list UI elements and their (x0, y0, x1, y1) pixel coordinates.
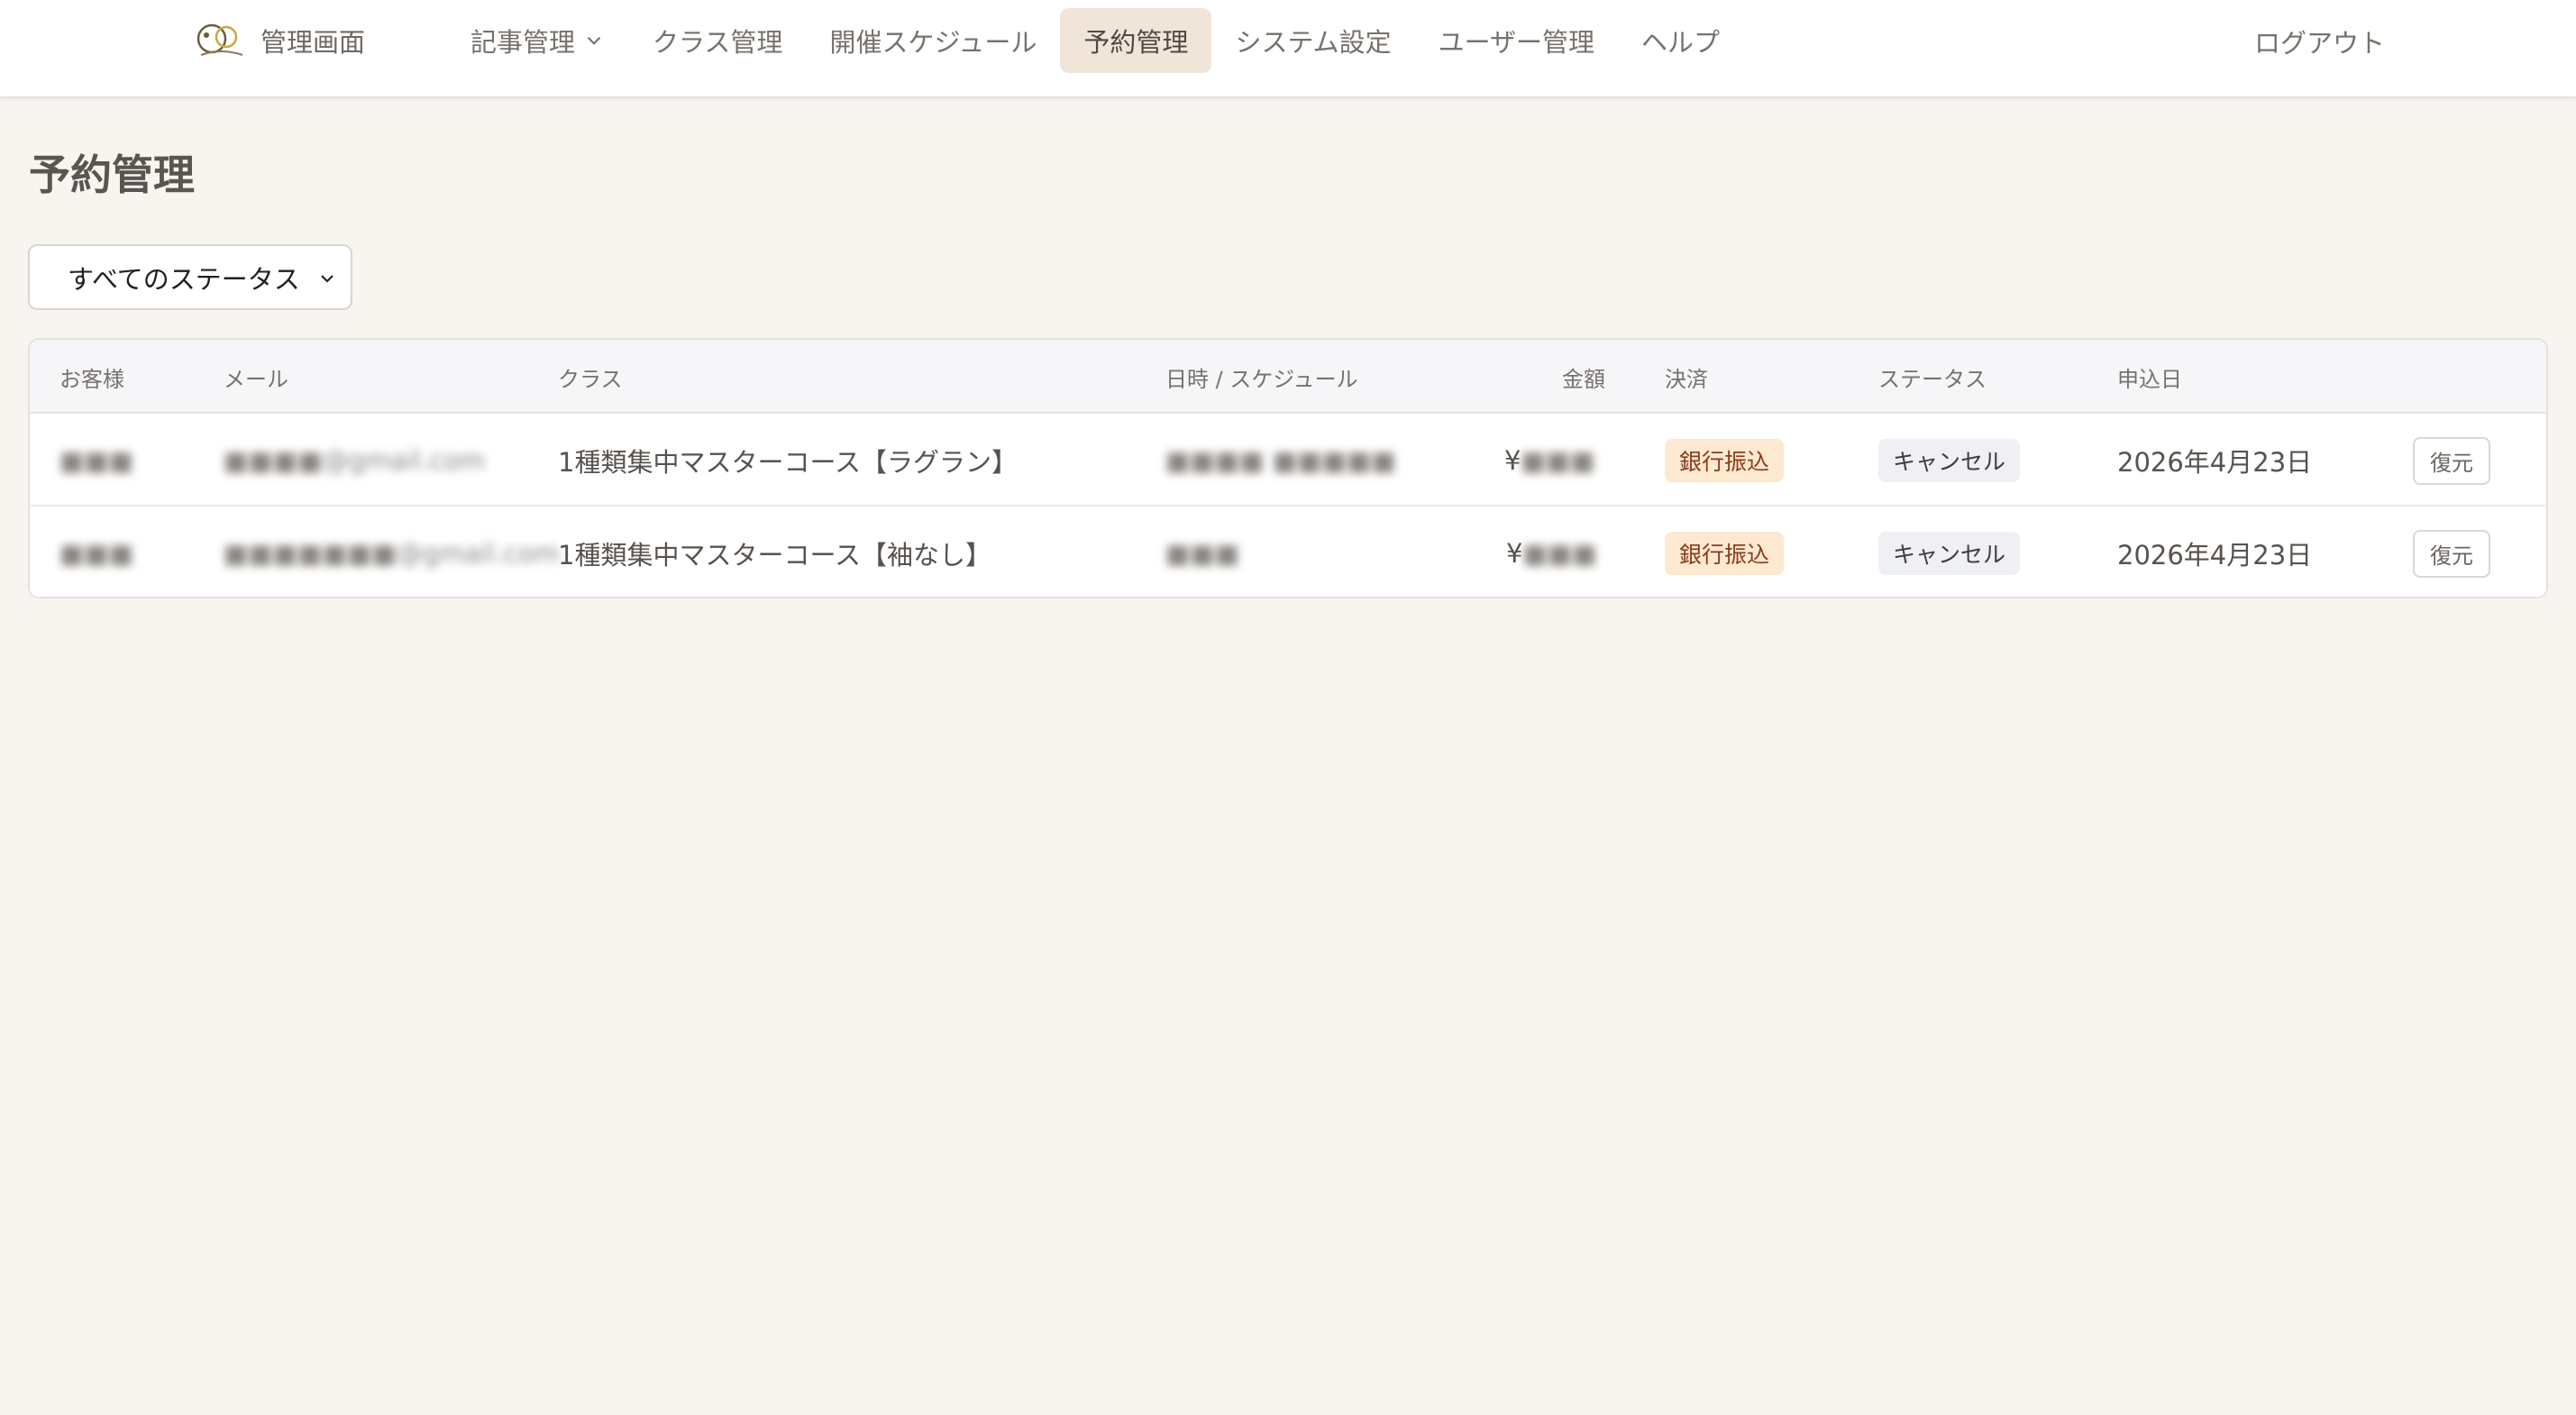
class-name: 1種類集中マスターコース【袖なし】 (558, 540, 992, 571)
nav-item-classes[interactable]: クラス管理 (629, 8, 806, 73)
payment-method: 銀行振込 (1665, 415, 1785, 507)
table-row: ■■■ ■■■■■■■@gmail.com 1種類集中マスターコース【袖なし】 … (30, 507, 2546, 597)
currency-symbol: ¥ (1506, 538, 1523, 569)
reservations-table: お客様 メール クラス 日時 / スケジュール 金額 決済 ステータス 申込日 … (28, 338, 2548, 598)
nav-item-label: 記事管理 (470, 27, 576, 58)
column-header-payment: 決済 (1665, 366, 1708, 392)
customer-name: ■■■ (59, 538, 134, 569)
nav-item-system-settings[interactable]: システム設定 (1211, 8, 1414, 73)
status-filter-value: すべてのステータス (68, 263, 300, 295)
chevron-down-icon (587, 36, 601, 45)
table-row: ■■■ ■■■■@gmail.com 1種類集中マスターコース【ラグラン】 ■■… (30, 415, 2546, 507)
brand-title: 管理画面 (260, 27, 366, 58)
status: キャンセル (1878, 415, 2021, 507)
column-header-class: クラス (558, 366, 623, 392)
amount: ¥ ■■■ (1504, 415, 1595, 507)
nav-item-articles[interactable]: 記事管理 (447, 8, 629, 73)
column-header-status: ステータス (1878, 366, 1987, 392)
amount-value: ■■■ (1521, 445, 1595, 476)
customer-email: ■■■■■■■@gmail.com (224, 538, 560, 569)
nav-item-reservations[interactable]: 予約管理 (1060, 8, 1212, 73)
column-header-amount: 金額 (1562, 366, 1605, 392)
chevron-down-icon (321, 275, 333, 283)
applied-date: 2026年4月23日 (2117, 447, 2313, 478)
schedule-datetime: ■■■■ ■■■■■ (1165, 445, 1396, 476)
status-badge: キャンセル (1878, 439, 2021, 482)
column-header-schedule: 日時 / スケジュール (1165, 366, 1358, 392)
restore-button[interactable]: 復元 (2413, 529, 2490, 578)
payment-badge: 銀行振込 (1665, 532, 1785, 575)
class-name: 1種類集中マスターコース【ラグラン】 (558, 447, 1019, 478)
action-cell: 復元 (2413, 415, 2490, 507)
action-cell: 復元 (2413, 507, 2490, 597)
customer-name: ■■■ (59, 445, 134, 476)
nav-item-help[interactable]: ヘルプ (1618, 8, 1743, 73)
amount: ¥ ■■■ (1506, 507, 1597, 597)
payment-badge: 銀行振込 (1665, 439, 1785, 482)
main-nav: 記事管理 クラス管理 開催スケジュール 予約管理 システム設定 ユーザー管理 ヘ… (447, 8, 1743, 73)
applied-date: 2026年4月23日 (2117, 540, 2313, 571)
nav-item-user-management[interactable]: ユーザー管理 (1415, 8, 1618, 73)
logout-button[interactable]: ログアウト (2254, 20, 2385, 63)
restore-button[interactable]: 復元 (2413, 436, 2490, 485)
brand[interactable]: 管理画面 (194, 15, 365, 66)
column-header-customer: お客様 (59, 366, 124, 392)
column-header-email: メール (224, 366, 288, 392)
amount-value: ■■■ (1522, 538, 1597, 569)
table-header: お客様 メール クラス 日時 / スケジュール 金額 決済 ステータス 申込日 (30, 340, 2546, 414)
column-header-applied-date: 申込日 (2117, 366, 2182, 392)
status-badge: キャンセル (1878, 532, 2021, 575)
customer-email: ■■■■@gmail.com (224, 445, 486, 476)
brand-logo (194, 15, 248, 66)
payment-method: 銀行振込 (1665, 507, 1785, 597)
currency-symbol: ¥ (1504, 445, 1521, 476)
nav-item-schedule[interactable]: 開催スケジュール (806, 8, 1060, 73)
top-navigation-bar: 管理画面 記事管理 クラス管理 開催スケジュール 予約管理 システム設定 ユーザ… (0, 0, 2576, 98)
status-filter-select[interactable]: すべてのステータス (28, 244, 352, 310)
schedule-datetime: ■■■ (1165, 538, 1240, 569)
status: キャンセル (1878, 507, 2021, 597)
page-title: 予約管理 (29, 151, 195, 199)
